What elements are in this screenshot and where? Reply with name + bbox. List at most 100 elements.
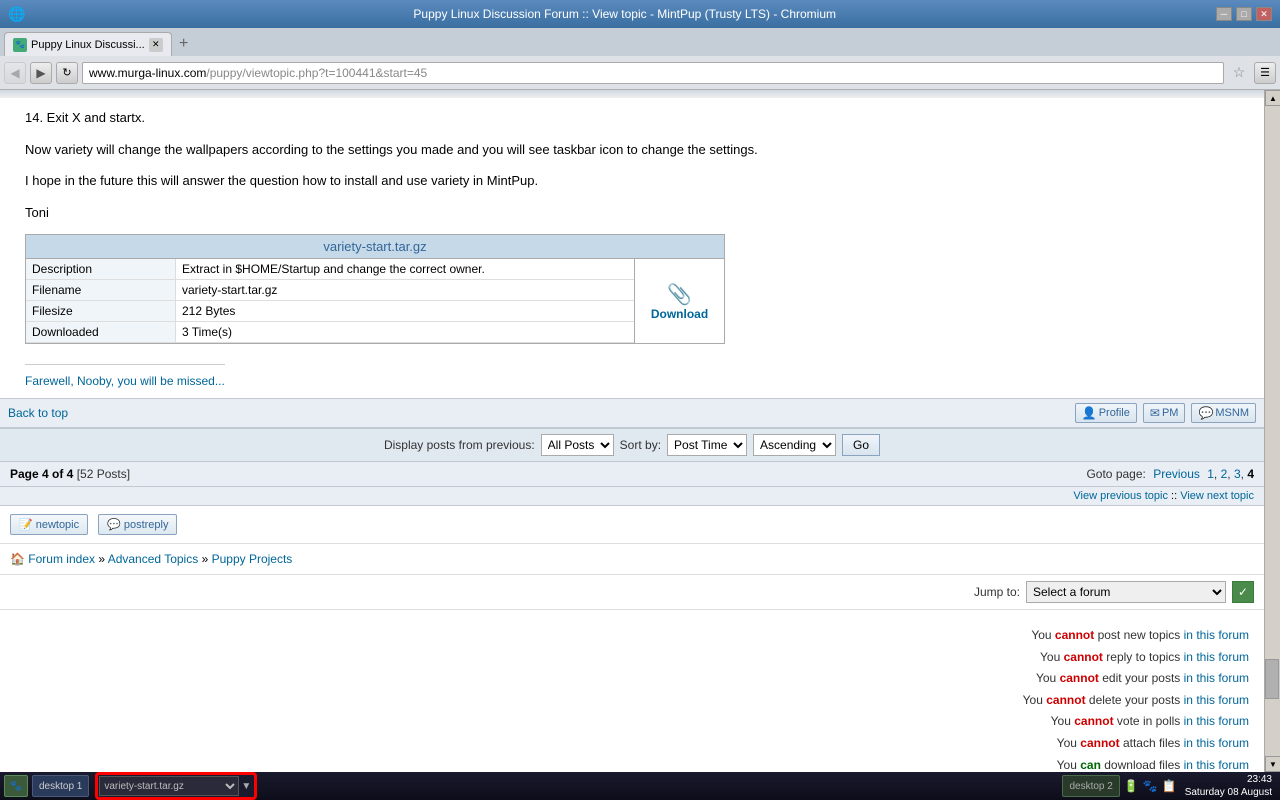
page-3-link[interactable]: 3 [1234,467,1241,481]
all-posts-select[interactable]: All Posts [541,434,614,456]
window-controls: ─ □ ✕ [1216,7,1272,21]
start-button[interactable]: 🐾 [4,775,28,797]
profile-button[interactable]: 👤 Profile [1075,403,1137,423]
menu-button[interactable]: ☰ [1254,62,1276,84]
start-icon: 🐾 [10,781,22,792]
sort-select[interactable]: Post Time [667,434,747,456]
signature-text[interactable]: Farewell, Nooby, you will be missed... [25,374,225,388]
perm-4-link[interactable]: in this forum [1184,693,1249,707]
download-arrow: ▼ [239,781,253,792]
refresh-button[interactable]: ↻ [56,62,78,84]
description-label: Description [26,259,176,279]
perm-7-prefix: You [1057,758,1081,772]
clock-time: 23:43 [1185,773,1272,786]
taskbar-desktop1[interactable]: desktop 1 [32,775,89,797]
view-next-topic-link[interactable]: View next topic [1180,490,1254,502]
jump-go-icon: ✓ [1238,585,1248,599]
jump-to-select[interactable]: Select a forum [1026,581,1226,603]
goto-label: Goto page: [1086,467,1145,481]
order-select[interactable]: Ascending [753,434,836,456]
breadcrumb: 🏠 Forum index » Advanced Topics » Puppy … [0,544,1264,575]
attachment-filename-row: Filename variety-start.tar.gz [26,280,634,301]
perm-6-cannot: cannot [1080,736,1119,750]
filename-value: variety-start.tar.gz [176,280,634,300]
close-button[interactable]: ✕ [1256,7,1272,21]
attachment-table: variety-start.tar.gz Description Extract… [25,234,725,344]
perm-2-suffix: reply to topics [1103,650,1184,664]
perm-2-link[interactable]: in this forum [1184,650,1249,664]
previous-page-link[interactable]: Previous [1153,467,1200,481]
scroll-down-button[interactable]: ▼ [1265,756,1280,772]
perm-5-link[interactable]: in this forum [1184,714,1249,728]
forward-button[interactable]: ▶ [30,62,52,84]
pm-button[interactable]: ✉ PM [1143,403,1186,423]
jump-go-button[interactable]: ✓ [1232,581,1254,603]
attachment-downloaded-row: Downloaded 3 Time(s) [26,322,634,343]
page-1-link[interactable]: 1 [1207,467,1214,481]
display-posts-bar: Display posts from previous: All Posts S… [0,428,1264,462]
perm-6-prefix: You [1057,736,1081,750]
attachment-download-cell: 📎 Download [634,259,724,343]
breadcrumb-sep2: » [202,552,209,566]
taskbar-desktop2[interactable]: desktop 2 [1062,775,1119,797]
puppy-projects-link[interactable]: Puppy Projects [212,552,293,566]
post-reply-button[interactable]: 💬 postreply [98,514,177,535]
pm-label: PM [1162,407,1179,419]
advanced-topics-link[interactable]: Advanced Topics [108,552,199,566]
system-tray: 🔋 🐾 📋 [1124,779,1177,793]
view-previous-topic-link[interactable]: View previous topic [1073,490,1168,502]
scrollbar-track[interactable] [1265,106,1280,756]
filesize-label: Filesize [26,301,176,321]
perm-7-link[interactable]: in this forum [1184,758,1249,772]
perm-4-cannot: cannot [1046,693,1085,707]
posts-count: 52 Posts [80,467,127,481]
clock-date: Saturday 08 August [1185,786,1272,799]
back-to-top-link[interactable]: Back to top [8,406,68,420]
download-link[interactable]: Download [651,307,708,321]
download-icon: 📎 [667,282,692,307]
perm-1-link[interactable]: in this forum [1184,628,1249,642]
go-button[interactable]: Go [842,434,880,456]
taskbar-clock: 23:43 Saturday 08 August [1181,773,1276,799]
post-footer-bar: Back to top 👤 Profile ✉ PM 💬 MSNM [0,398,1264,428]
action-bar: 📝 newtopic 💬 postreply [0,506,1264,544]
scroll-up-button[interactable]: ▲ [1265,90,1280,106]
active-tab[interactable]: 🐾 Puppy Linux Discussi... ✕ [4,32,172,56]
msnm-icon: 💬 [1198,406,1213,420]
perm-download-files: You can download files in this forum [15,755,1249,772]
tab-title: Puppy Linux Discussi... [31,39,145,51]
perm-3-cannot: cannot [1060,671,1099,685]
post-body: 14. Exit X and startx. Now variety will … [0,98,1264,398]
tab-close-button[interactable]: ✕ [149,38,163,52]
perm-3-link[interactable]: in this forum [1184,671,1249,685]
tray-icon-3: 📋 [1162,779,1177,793]
address-input[interactable]: www.murga-linux.com/puppy/viewtopic.php?… [82,62,1224,84]
window-title: Puppy Linux Discussion Forum :: View top… [33,7,1216,21]
perm-4-suffix: delete your posts [1086,693,1184,707]
chrome-icon: 🌐 [8,6,25,23]
maximize-button[interactable]: □ [1236,7,1252,21]
perm-5-prefix: You [1051,714,1075,728]
current-page: 4 [1247,467,1254,481]
msnm-button[interactable]: 💬 MSNM [1191,403,1256,423]
minimize-button[interactable]: ─ [1216,7,1232,21]
post-reply-icon: 💬 [107,518,121,531]
new-topic-button[interactable]: 📝 newtopic [10,514,88,535]
back-button[interactable]: ◀ [4,62,26,84]
forum-index-link[interactable]: Forum index [28,552,95,566]
perm-2-cannot: cannot [1064,650,1103,664]
address-bar: ◀ ▶ ↻ www.murga-linux.com/puppy/viewtopi… [0,56,1280,90]
page-2-link[interactable]: 2 [1221,467,1228,481]
scrollbar-thumb[interactable] [1265,659,1279,699]
taskbar: 🐾 desktop 1 variety-start.tar.gz ▼ deskt… [0,772,1280,800]
filename-label: Filename [26,280,176,300]
perm-7-suffix: download files [1101,758,1184,772]
perm-5-suffix: vote in polls [1114,714,1184,728]
post-step14: 14. Exit X and startx. [25,108,1249,128]
attachment-info: Description Extract in $HOME/Startup and… [26,259,634,343]
perm-6-link[interactable]: in this forum [1184,736,1249,750]
new-tab-button[interactable]: + [172,32,196,56]
profile-label: Profile [1099,407,1130,419]
bookmark-button[interactable]: ☆ [1228,62,1250,84]
download-select[interactable]: variety-start.tar.gz [99,776,239,796]
